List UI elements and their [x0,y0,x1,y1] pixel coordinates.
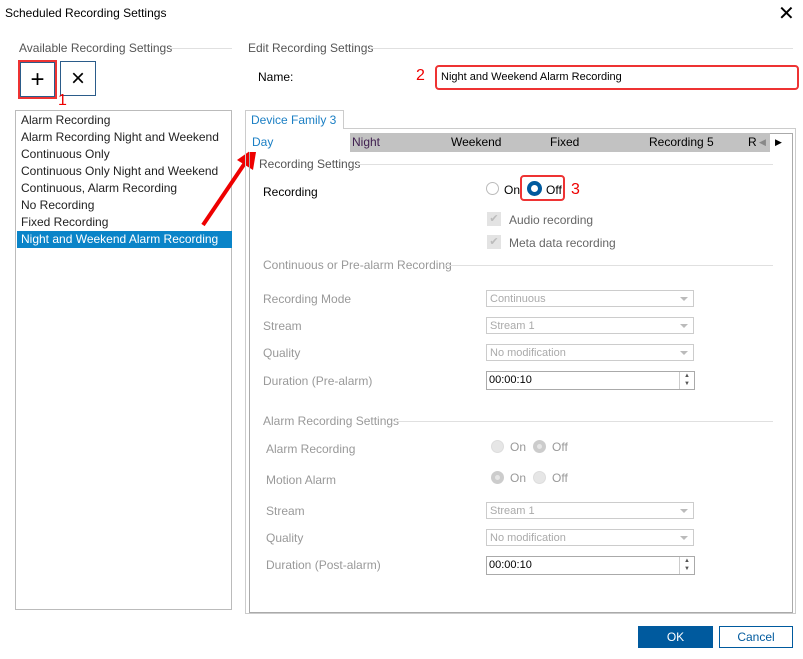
post-duration-label: Duration (Post-alarm) [266,558,381,572]
alarm-quality-label: Quality [266,531,304,545]
alarm-off-label: Off [552,440,568,454]
x-icon: × [70,64,85,92]
close-icon[interactable]: ✕ [778,1,795,26]
motion-on-radio[interactable] [491,471,504,484]
pre-duration-value: 00:00:10 [489,374,532,386]
post-duration-value: 00:00:10 [489,559,532,571]
alarm-on-label: On [510,440,527,454]
audio-label: Audio recording [509,213,594,227]
stream-dropdown[interactable]: Stream 1 [486,317,694,334]
motion-label: Motion Alarm [266,473,337,487]
meta-label: Meta data recording [509,236,616,250]
motion-on-label: On [510,471,527,485]
available-header: Available Recording Settings [19,41,173,55]
audio-checkbox[interactable]: ✔ [487,212,501,226]
tab-fixed[interactable]: Fixed [550,133,579,152]
quality-label: Quality [263,346,301,360]
recording-label: Recording [263,185,318,199]
alarm-quality-dropdown[interactable]: No modification [486,529,694,546]
annotation-2: 2 [416,67,425,84]
recording-on-label: On [504,183,521,197]
tab-day[interactable]: Day [249,133,350,152]
ok-button[interactable]: OK [638,626,713,648]
meta-checkbox[interactable]: ✔ [487,235,501,249]
spin-icon[interactable]: ▲ ▼ [679,372,694,389]
tab-night[interactable]: Night [352,133,380,152]
list-item[interactable]: Alarm Recording [17,112,232,129]
tab-recording-5[interactable]: Recording 5 [649,133,714,152]
name-input[interactable]: Night and Weekend Alarm Recording [435,65,799,90]
recording-settings-header: Recording Settings [259,157,361,171]
alarm-header: Alarm Recording Settings [263,414,400,428]
plus-icon: + [30,65,45,93]
motion-off-label: Off [552,471,568,485]
add-button[interactable]: + [20,62,55,97]
tab-device-family-3[interactable]: Device Family 3 [245,110,344,129]
mode-dropdown[interactable]: Continuous [486,290,694,307]
quality-dropdown[interactable]: No modification [486,344,694,361]
alarm-label: Alarm Recording [266,442,356,456]
continuous-header: Continuous or Pre-alarm Recording [263,258,452,272]
cancel-button[interactable]: Cancel [719,626,793,648]
recording-on-radio[interactable] [486,182,499,195]
stream-label: Stream [263,319,302,333]
name-label: Name: [258,70,294,84]
window-title: Scheduled Recording Settings [5,6,167,20]
pre-duration-spinner[interactable]: 00:00:10 ▲ ▼ [486,371,695,390]
recording-off-radio[interactable] [527,181,542,196]
delete-button[interactable]: × [60,61,96,96]
motion-off-radio[interactable] [533,471,546,484]
post-duration-spinner[interactable]: 00:00:10 ▲ ▼ [486,556,695,575]
alarm-off-radio[interactable] [533,440,546,453]
pre-duration-label: Duration (Pre-alarm) [263,374,373,388]
mode-label: Recording Mode [263,292,352,306]
scroll-left-icon[interactable]: ◀ [759,133,766,152]
recording-off-label: Off [546,183,562,197]
annotation-3: 3 [571,181,580,198]
edit-header: Edit Recording Settings [248,41,374,55]
alarm-stream-dropdown[interactable]: Stream 1 [486,502,694,519]
tab-partial[interactable]: R [748,133,756,152]
spin-icon[interactable]: ▲ ▼ [679,557,694,574]
alarm-on-radio[interactable] [491,440,504,453]
scroll-right-icon[interactable]: ▶ [775,133,782,152]
annotation-1: 1 [58,92,67,109]
tab-weekend[interactable]: Weekend [451,133,501,152]
alarm-stream-label: Stream [266,504,305,518]
